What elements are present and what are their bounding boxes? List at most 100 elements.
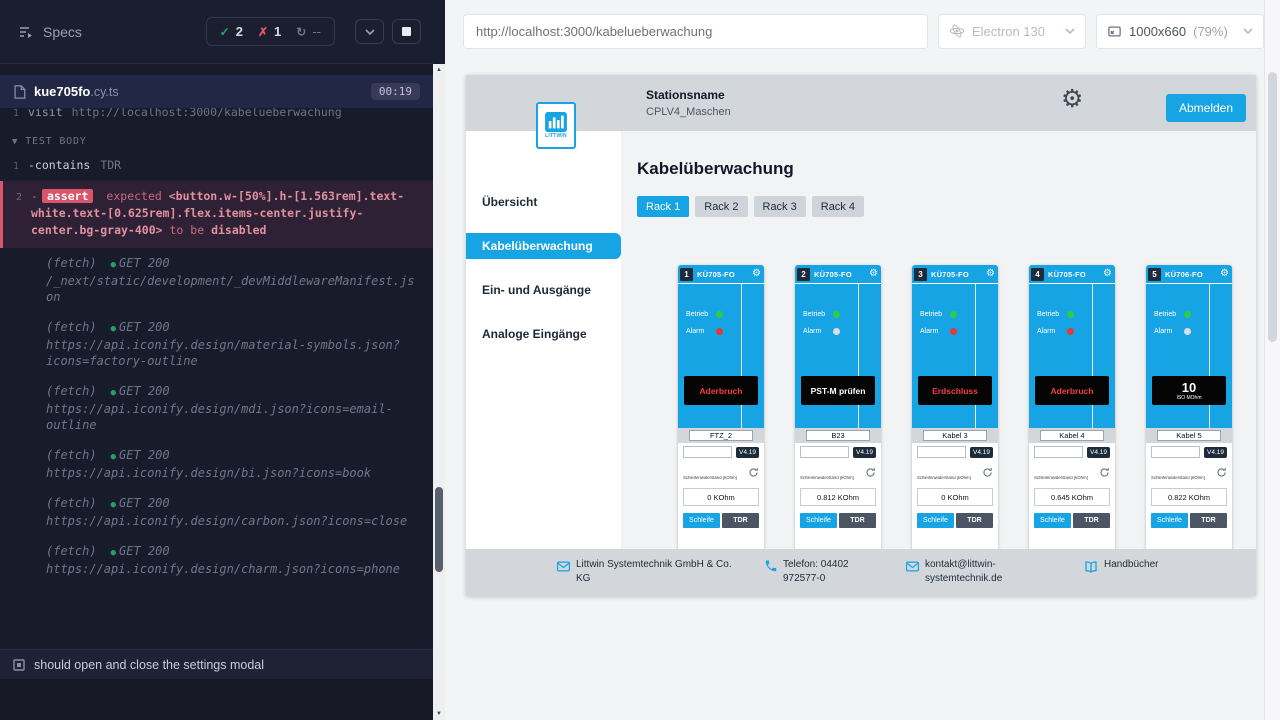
stop-tests-button[interactable] [392, 19, 421, 44]
alarm-led [950, 328, 957, 335]
nav-item[interactable]: Ein- und Ausgänge [466, 277, 621, 303]
schleife-button[interactable]: Schleife [917, 513, 954, 528]
device-status: Erdschluss [932, 386, 978, 396]
tdr-button[interactable]: TDR [839, 513, 876, 528]
footer-item: Telefon: 04402 972577-0 [764, 558, 871, 596]
specs-menu[interactable]: Specs [18, 24, 82, 40]
scrollbar-thumb[interactable] [435, 487, 443, 572]
refresh-icon[interactable] [1216, 467, 1227, 478]
test-body-section[interactable]: ▼ TEST BODY [0, 125, 433, 154]
device-card: 5 KÜ706-FO ⚙ Betrieb Alarm 10ISO MOhm Ka… [1146, 265, 1232, 549]
cable-name: Kabel 4 [1040, 430, 1104, 441]
resistance-value: 0.822 KOhm [1151, 488, 1227, 506]
fetch-status: GET 200 [119, 320, 170, 334]
device-settings-icon[interactable]: ⚙ [752, 269, 761, 279]
schleife-button[interactable]: Schleife [683, 513, 720, 528]
card-divider [1209, 284, 1210, 428]
device-settings-icon[interactable]: ⚙ [869, 269, 878, 279]
cable-name: Kabel 3 [923, 430, 987, 441]
scroll-down-arrow[interactable]: ▼ [433, 711, 445, 717]
fetch-log-row[interactable]: (fetch)●GET 200 https://api.iconify.desi… [0, 440, 433, 488]
stat-failed: ✗1 [258, 24, 281, 39]
device-model: KÜ705-FO [931, 270, 969, 279]
rack-tab[interactable]: Rack 4 [812, 196, 864, 217]
url-input[interactable] [463, 14, 928, 49]
spec-file-icon [13, 85, 26, 99]
tdr-button[interactable]: TDR [956, 513, 993, 528]
fetch-log-row[interactable]: (fetch)●GET 200 /_next/static/developmen… [0, 248, 433, 312]
spec-name[interactable]: kue705fo.cy.ts [34, 84, 119, 99]
refresh-icon[interactable] [982, 467, 993, 478]
fetch-log-row[interactable]: (fetch)●GET 200 https://api.iconify.desi… [0, 536, 433, 584]
resistance-label: Schleifenwiderstand [kOhm] [1151, 476, 1205, 480]
next-test-title: should open and close the settings modal [34, 658, 264, 672]
tdr-button[interactable]: TDR [1073, 513, 1110, 528]
betrieb-label: Betrieb [686, 311, 716, 318]
page-scrollbar [1264, 0, 1280, 720]
collapse-dropdown-button[interactable] [355, 19, 384, 44]
chevron-down-icon [365, 29, 375, 35]
tdr-button[interactable]: TDR [1190, 513, 1227, 528]
next-test-row[interactable]: should open and close the settings modal [0, 649, 433, 679]
schleife-button[interactable]: Schleife [1034, 513, 1071, 528]
resistance-label: Schleifenwiderstand [kOhm] [800, 476, 854, 480]
device-number: 4 [1031, 268, 1044, 281]
page-scrollbar-thumb[interactable] [1268, 72, 1277, 342]
rack-tab[interactable]: Rack 3 [754, 196, 806, 217]
fetch-log-row[interactable]: (fetch)●GET 200 https://api.iconify.desi… [0, 376, 433, 440]
card-divider [741, 284, 742, 428]
contains-command[interactable]: 1 -containsTDR [0, 154, 433, 178]
fetch-tag: (fetch) [46, 256, 97, 270]
rack-tab[interactable]: Rack 2 [695, 196, 747, 217]
firmware-version: V4.19 [1087, 447, 1110, 458]
specs-label: Specs [43, 24, 82, 40]
command-log: 1 visithttp://localhost:3000/kabelueberw… [0, 108, 433, 649]
betrieb-label: Betrieb [920, 311, 950, 318]
schleife-button[interactable]: Schleife [800, 513, 837, 528]
nav-item[interactable]: Übersicht [466, 189, 621, 215]
refresh-icon[interactable] [1099, 467, 1110, 478]
device-status-unit: ISO MOhm [1176, 395, 1201, 401]
alarm-led [1184, 328, 1191, 335]
scrollbar-track: ▲ ▼ [433, 64, 445, 720]
fetch-tag: (fetch) [46, 384, 97, 398]
footer-text: Littwin Systemtechnik GmbH & Co. KG [576, 558, 748, 585]
chevron-down-icon [1243, 28, 1253, 34]
card-divider [1092, 284, 1093, 428]
fetch-log-row[interactable]: (fetch)●GET 200 https://api.iconify.desi… [0, 488, 433, 536]
visit-command[interactable]: 1 visithttp://localhost:3000/kabelueberw… [0, 108, 433, 125]
browser-select[interactable]: Electron 130 [938, 14, 1086, 49]
fetch-tag: (fetch) [46, 496, 97, 510]
logout-button[interactable]: Abmelden [1166, 94, 1246, 122]
line-number: 1 [0, 157, 28, 175]
alarm-label: Alarm [803, 328, 833, 335]
rack-tab[interactable]: Rack 1 [637, 196, 689, 217]
device-status: Aderbruch [1051, 386, 1094, 396]
passed-icon: ✓ [220, 25, 230, 39]
alarm-label: Alarm [1154, 328, 1184, 335]
nav-item[interactable]: Kabelüberwachung [466, 233, 621, 259]
resistance-label: Schleifenwiderstand [kOhm] [1034, 476, 1088, 480]
settings-gear-icon[interactable]: ⚙ [1061, 87, 1083, 112]
footer-item: Littwin Systemtechnik GmbH & Co. KG [556, 558, 748, 596]
tdr-button[interactable]: TDR [722, 513, 759, 528]
command-name: visit [28, 108, 63, 122]
card-divider [975, 284, 976, 428]
device-settings-icon[interactable]: ⚙ [986, 269, 995, 279]
scroll-up-arrow[interactable]: ▲ [433, 67, 445, 73]
viewport-select[interactable]: 1000x660 (79%) [1096, 14, 1264, 49]
nav-item[interactable]: Analoge Eingänge [466, 321, 621, 347]
footer-item[interactable]: Handbücher [1083, 558, 1158, 596]
refresh-icon[interactable] [865, 467, 876, 478]
assert-command-failed[interactable]: 2 -assert expected <button.w-[50%].h-[1.… [0, 181, 433, 248]
spec-header: kue705fo.cy.ts 00:19 [0, 75, 433, 108]
refresh-icon[interactable] [748, 467, 759, 478]
electron-icon [949, 23, 965, 39]
status-dot-icon: ● [111, 260, 116, 270]
schleife-button[interactable]: Schleife [1151, 513, 1188, 528]
device-settings-icon[interactable]: ⚙ [1103, 269, 1112, 279]
device-settings-icon[interactable]: ⚙ [1220, 269, 1229, 279]
fetch-log-row[interactable]: (fetch)●GET 200 https://api.iconify.desi… [0, 312, 433, 376]
line-number: 2 [3, 188, 31, 239]
version-field [917, 446, 966, 458]
